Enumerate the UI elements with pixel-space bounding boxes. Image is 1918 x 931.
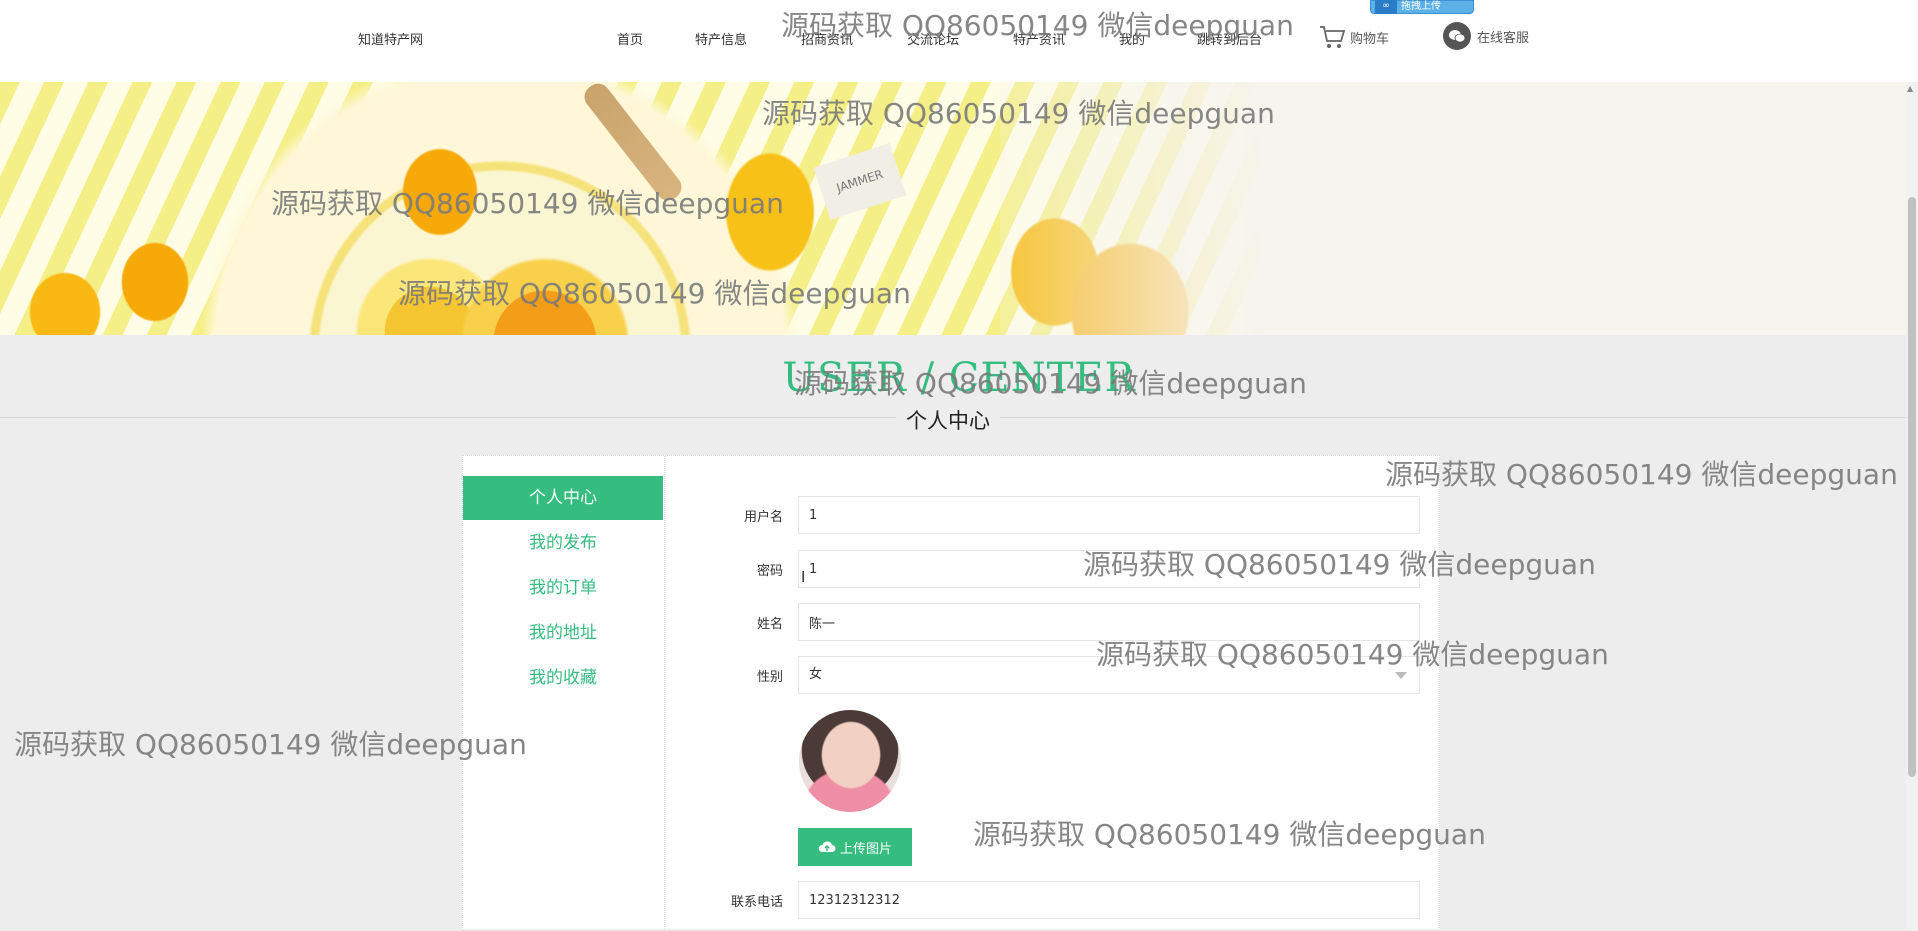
watermark: 源码获取 QQ86050149 微信deepguan bbox=[14, 728, 527, 761]
scroll-thumb[interactable] bbox=[1908, 197, 1916, 777]
cart-icon bbox=[1320, 26, 1346, 48]
username-label: 用户名 bbox=[743, 510, 783, 525]
page-title-en: USER / CENTER bbox=[782, 355, 1136, 401]
scroll-up-icon[interactable]: ▲ bbox=[1907, 84, 1913, 93]
nav-specialty-info[interactable]: 特产信息 bbox=[695, 29, 747, 48]
nav-investment-news[interactable]: 招商资讯 bbox=[801, 29, 853, 48]
page-title-cn: 个人中心 bbox=[896, 405, 1000, 435]
sidebar-item-my-orders[interactable]: 我的订单 bbox=[463, 566, 663, 610]
gender-select[interactable]: 女 bbox=[798, 656, 1420, 694]
sidebar-item-my-posts[interactable]: 我的发布 bbox=[463, 521, 663, 565]
upload-badge-label: 拖拽上传 bbox=[1401, 1, 1441, 12]
upload-button-label: 上传图片 bbox=[839, 840, 892, 856]
site-name[interactable]: 知道特产网 bbox=[358, 29, 423, 48]
user-center-panel: 个人中心 我的发布 我的订单 我的地址 我的收藏 用户名 密码 姓名 性别 女 … bbox=[462, 455, 1440, 931]
cloud-upload-icon bbox=[818, 841, 836, 852]
sidebar-item-my-address[interactable]: 我的地址 bbox=[463, 611, 663, 655]
top-header: 知道特产网 首页 特产信息 招商资讯 交流论坛 特产资讯 我的 跳转到后台 购物… bbox=[0, 0, 1918, 82]
name-field[interactable] bbox=[798, 603, 1420, 641]
phone-label: 联系电话 bbox=[730, 895, 783, 910]
username-field[interactable] bbox=[798, 496, 1420, 534]
banner-image: JAMMER bbox=[0, 82, 1906, 335]
cart-link[interactable]: 购物车 bbox=[1318, 24, 1389, 50]
watermark: 源码获取 QQ86050149 微信deepguan bbox=[1385, 458, 1898, 491]
password-label: 密码 bbox=[756, 564, 783, 579]
gender-value: 女 bbox=[809, 667, 823, 682]
nav-admin-link[interactable]: 跳转到后台 bbox=[1197, 29, 1262, 48]
cart-label: 购物车 bbox=[1350, 31, 1390, 47]
name-label: 姓名 bbox=[756, 617, 783, 632]
nav-specialty-news[interactable]: 特产资讯 bbox=[1013, 29, 1065, 48]
nav-home[interactable]: 首页 bbox=[617, 29, 643, 48]
password-field[interactable] bbox=[798, 550, 1420, 588]
nav-forum[interactable]: 交流论坛 bbox=[907, 29, 959, 48]
gender-label: 性别 bbox=[756, 670, 783, 685]
online-service-link[interactable]: 在线客服 bbox=[1443, 22, 1529, 50]
sidebar-item-my-favorites[interactable]: 我的收藏 bbox=[463, 656, 663, 700]
text-cursor-icon: I bbox=[801, 568, 806, 586]
drag-upload-badge[interactable]: ∞ 拖拽上传 bbox=[1370, 0, 1474, 14]
page-scrollbar[interactable]: ▲ bbox=[1906, 82, 1918, 930]
phone-field[interactable] bbox=[798, 881, 1420, 919]
avatar bbox=[799, 710, 901, 812]
service-label: 在线客服 bbox=[1477, 30, 1530, 46]
upload-image-button[interactable]: 上传图片 bbox=[798, 828, 912, 866]
sidebar-item-user-center[interactable]: 个人中心 bbox=[463, 476, 663, 520]
knife-shape bbox=[579, 82, 687, 206]
nav-mine[interactable]: 我的 bbox=[1119, 29, 1145, 48]
upload-logo-icon: ∞ bbox=[1375, 0, 1397, 14]
banner-tag: JAMMER bbox=[813, 142, 907, 221]
chevron-down-icon bbox=[1395, 672, 1407, 679]
banner-right-area bbox=[1000, 82, 1906, 335]
wechat-icon bbox=[1443, 22, 1471, 50]
user-sidebar: 个人中心 我的发布 我的订单 我的地址 我的收藏 bbox=[463, 456, 665, 931]
